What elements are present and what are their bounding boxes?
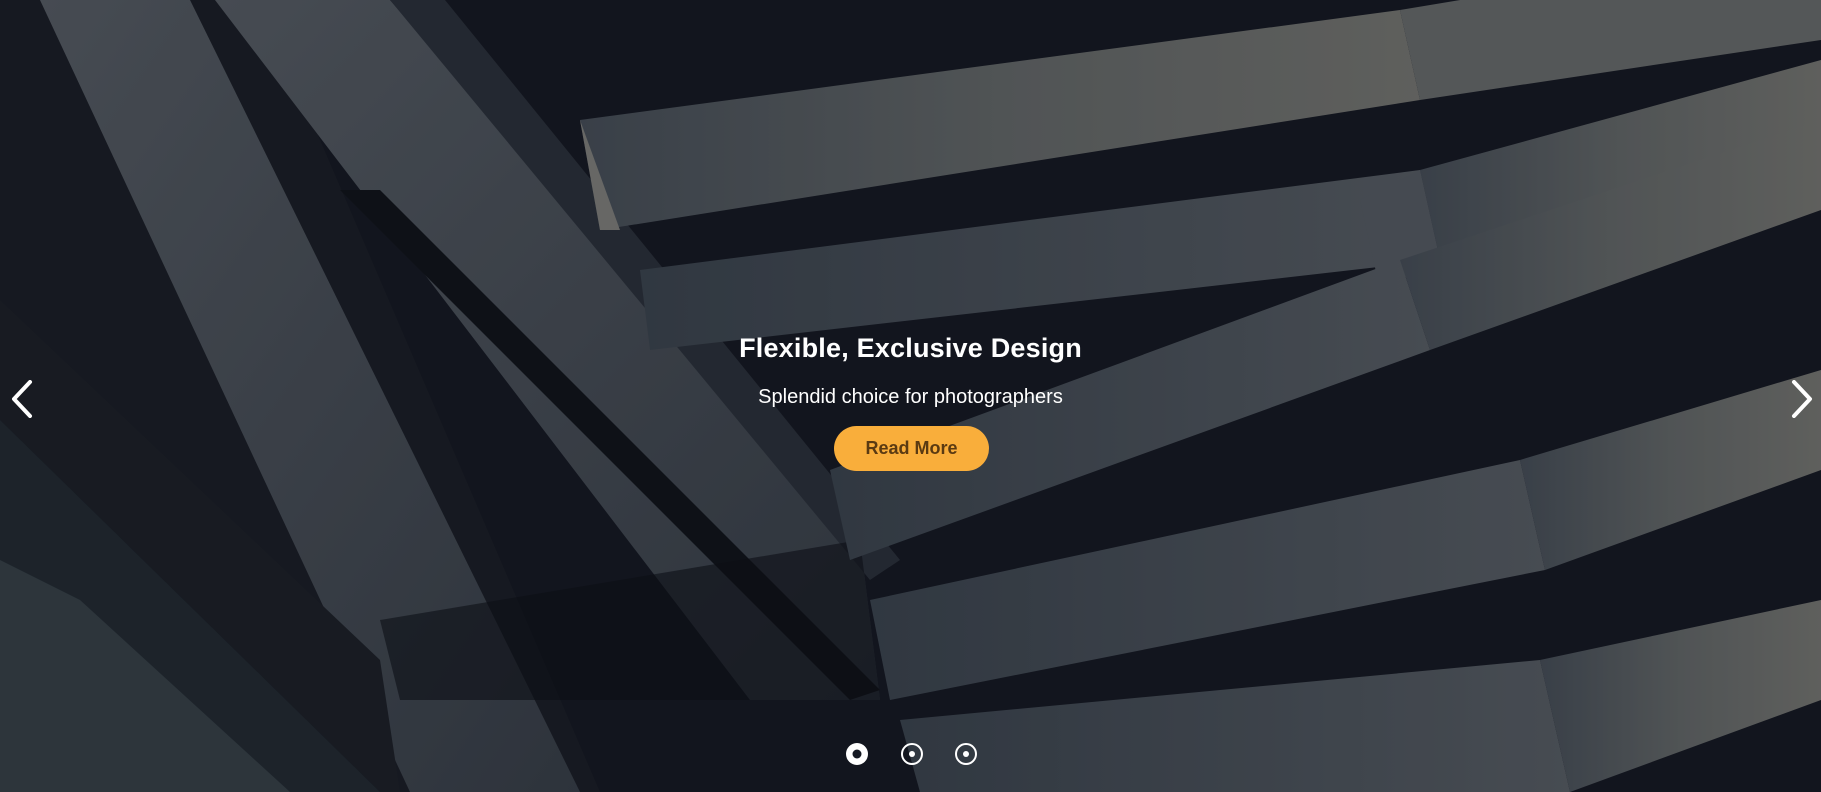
- pagination-dot-1[interactable]: [845, 742, 869, 766]
- read-more-button[interactable]: Read More: [834, 426, 989, 471]
- hero-slider: Flexible, Exclusive Design Splendid choi…: [0, 0, 1821, 792]
- slide-pagination: [0, 742, 1821, 766]
- slide-title: Flexible, Exclusive Design: [739, 333, 1082, 363]
- pagination-dot-3[interactable]: [954, 742, 978, 766]
- slide-subtitle: Splendid choice for photographers: [758, 386, 1063, 408]
- pagination-dot-2[interactable]: [900, 742, 924, 766]
